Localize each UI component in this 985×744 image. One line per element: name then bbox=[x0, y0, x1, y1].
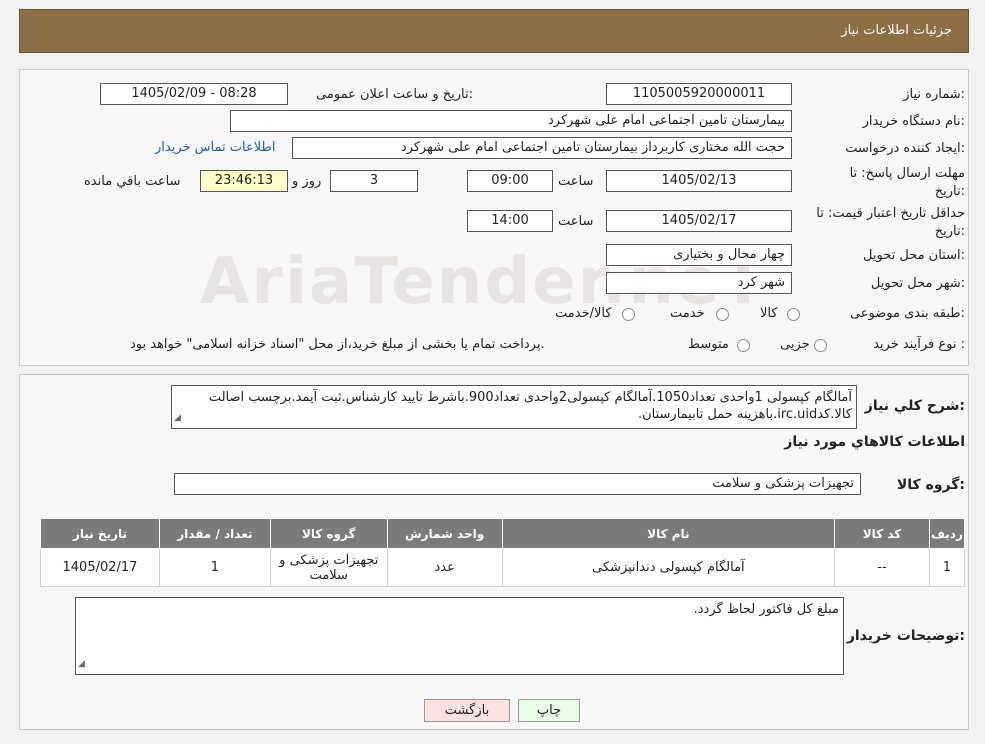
need-number-field: 1105005920000011 bbox=[606, 83, 792, 105]
deadline-time-field: 09:00 bbox=[467, 170, 553, 192]
deadline-date-field: 1405/02/13 bbox=[606, 170, 792, 192]
page-title: جزئیات اطلاعات نیاز bbox=[841, 23, 952, 38]
col-name: نام کالا bbox=[501, 518, 836, 549]
resize-grip-icon[interactable]: ◢ bbox=[174, 410, 181, 427]
validity-label: حداقل تاریخ اعتبار قیمت: تا bbox=[816, 206, 965, 221]
print-button[interactable]: چاپ bbox=[518, 699, 580, 722]
announce-label: تاریخ و ساعت اعلان عمومی: bbox=[316, 87, 473, 102]
deadline-label-date: تاریخ: bbox=[934, 184, 965, 199]
process-option-minor: جزیی bbox=[780, 337, 810, 352]
col-qty: تعداد / مقدار bbox=[158, 518, 271, 549]
category-label: طبقه بندی موضوعی: bbox=[849, 306, 965, 321]
buyer-notes-label: توضیحات خریدار: bbox=[846, 628, 965, 644]
cell-row: 1 bbox=[928, 548, 966, 587]
cell-code: -- bbox=[834, 548, 930, 587]
back-button[interactable]: بازگشت bbox=[424, 699, 510, 722]
goods-group-label: گروه کالا: bbox=[896, 477, 965, 493]
deadline-time-label: ساعت bbox=[558, 174, 594, 189]
days-label: روز و bbox=[292, 174, 322, 189]
category-radio-service[interactable] bbox=[716, 308, 729, 321]
table-row: 1 -- آمالگام کپسولی دندانپزشکی عدد تجهیز… bbox=[40, 548, 966, 587]
description-text: آمالگام کپسولی 1واحدی تعداد1050.آمالگام … bbox=[208, 390, 852, 422]
goods-table: رديف کد کالا نام کالا واحد شمارش گروه کا… bbox=[40, 518, 966, 587]
creator-label: ایجاد کننده درخواست: bbox=[845, 141, 965, 156]
days-field: 3 bbox=[330, 170, 418, 192]
validity-time-label: ساعت bbox=[558, 214, 594, 229]
province-label: استان محل تحویل: bbox=[863, 248, 965, 263]
description-label: شرح کلي نياز: bbox=[864, 398, 965, 414]
category-radio-goods[interactable] bbox=[787, 308, 800, 321]
description-textarea[interactable]: آمالگام کپسولی 1واحدی تعداد1050.آمالگام … bbox=[171, 385, 857, 429]
process-label: نوع فرآیند خرید : bbox=[873, 337, 965, 352]
deadline-label: مهلت ارسال پاسخ: تا bbox=[849, 166, 965, 181]
category-option-service: خدمت bbox=[670, 306, 705, 321]
col-row: رديف bbox=[928, 518, 966, 549]
announce-field: 1405/02/09 - 08:28 bbox=[100, 83, 288, 105]
col-date: تاريخ نياز bbox=[40, 518, 160, 549]
goods-group-field: تجهیزات پزشکی و سلامت bbox=[174, 473, 861, 495]
buyer-org-field: بیمارستان تامین اجتماعی امام علی شهرکرد bbox=[230, 110, 792, 132]
table-header-row: رديف کد کالا نام کالا واحد شمارش گروه کا… bbox=[40, 518, 966, 549]
page-header: جزئیات اطلاعات نیاز bbox=[19, 9, 969, 53]
buyer-org-label: نام دستگاه خریدار: bbox=[862, 114, 965, 129]
category-radio-both[interactable] bbox=[622, 308, 635, 321]
category-option-both: کالا/خدمت bbox=[555, 306, 612, 321]
cell-name: آمالگام کپسولی دندانپزشکی bbox=[501, 548, 836, 587]
creator-field: حجت الله مختاری کاربرداز بیمارستان تامین… bbox=[292, 137, 792, 159]
process-note: پرداخت تمام یا بخشی از مبلغ خرید،از محل … bbox=[130, 337, 545, 352]
remaining-label: ساعت باقي مانده bbox=[84, 174, 181, 189]
buyer-notes-textarea[interactable]: مبلغ کل فاکتور لحاظ گردد. ◢ bbox=[75, 597, 844, 675]
validity-time-field: 14:00 bbox=[467, 210, 553, 232]
province-field: چهار محال و بختیاری bbox=[606, 244, 792, 266]
need-number-label: شماره نیاز: bbox=[903, 87, 965, 102]
process-option-medium: متوسط bbox=[688, 337, 729, 352]
col-code: کد کالا bbox=[834, 518, 930, 549]
cell-group: تجهیزات پزشکی و سلامت bbox=[269, 548, 388, 587]
city-label: شهر محل تحویل: bbox=[870, 276, 965, 291]
category-option-goods: کالا bbox=[760, 306, 778, 321]
city-field: شهر کرد bbox=[606, 272, 792, 294]
col-group: گروه کالا bbox=[269, 518, 388, 549]
validity-label-date: تاریخ: bbox=[934, 224, 965, 239]
validity-date-field: 1405/02/17 bbox=[606, 210, 792, 232]
cell-date: 1405/02/17 bbox=[40, 548, 160, 587]
process-radio-medium[interactable] bbox=[737, 339, 750, 352]
goods-section-title: اطلاعات کالاهاي مورد نياز bbox=[784, 434, 965, 450]
buyer-contact-link[interactable]: اطلاعات تماس خریدار bbox=[155, 140, 275, 155]
col-unit: واحد شمارش bbox=[386, 518, 503, 549]
remaining-time-field: 23:46:13 bbox=[200, 170, 288, 192]
cell-qty: 1 bbox=[158, 548, 271, 587]
cell-unit: عدد bbox=[386, 548, 503, 587]
resize-grip-icon[interactable]: ◢ bbox=[78, 656, 85, 673]
buyer-notes-text: مبلغ کل فاکتور لحاظ گردد. bbox=[693, 602, 839, 617]
process-radio-minor[interactable] bbox=[814, 339, 827, 352]
